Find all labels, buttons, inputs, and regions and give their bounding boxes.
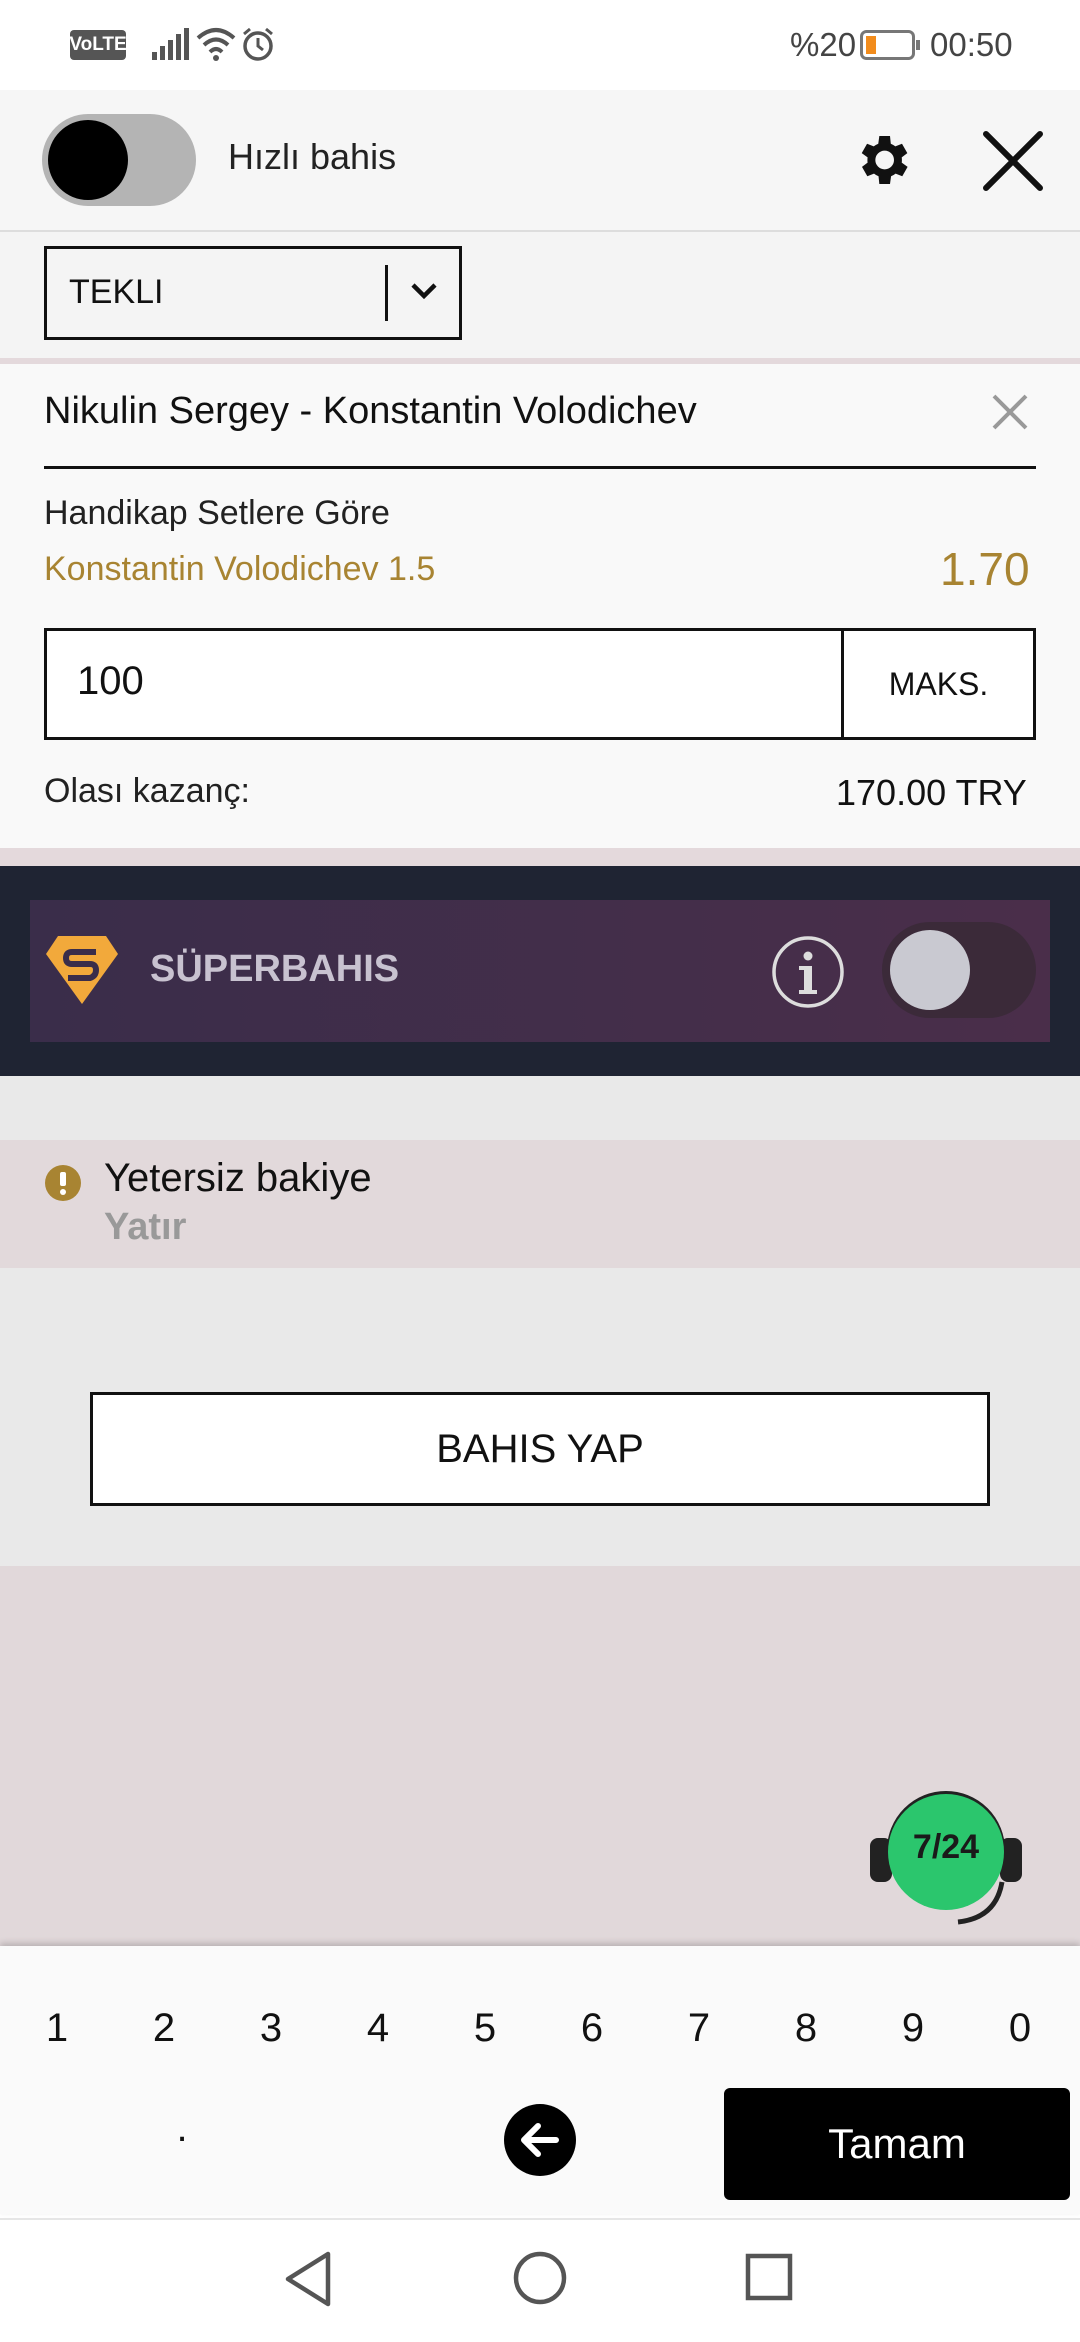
match-divider <box>44 466 1036 469</box>
key-dot[interactable]: . <box>152 2106 212 2151</box>
max-button[interactable]: MAKS. <box>844 631 1033 737</box>
key-7[interactable]: 7 <box>669 2006 729 2051</box>
alarm-icon <box>243 27 273 61</box>
quick-bet-label: Hızlı bahis <box>228 136 397 177</box>
system-nav-bar <box>0 2218 1080 2342</box>
match-title: Nikulin Sergey - Konstantin Volodichev <box>44 390 697 432</box>
support-badge-label: 7/24 <box>912 1828 980 1866</box>
chevron-down-icon <box>411 283 437 300</box>
key-2[interactable]: 2 <box>134 2006 194 2051</box>
spacer <box>0 1076 1080 1140</box>
remove-bet-icon[interactable] <box>990 392 1030 432</box>
backspace-icon[interactable] <box>504 2104 576 2176</box>
key-1[interactable]: 1 <box>27 2006 87 2051</box>
market-name: Handikap Setlere Göre <box>44 494 390 532</box>
warning-title: Yetersiz bakiye <box>104 1156 372 1200</box>
key-6[interactable]: 6 <box>562 2006 622 2051</box>
stake-value: 100 <box>77 659 144 703</box>
stake-field: 100 MAKS. <box>44 628 1036 740</box>
toggle-knob <box>890 930 970 1010</box>
place-bet-button[interactable]: BAHIS YAP <box>90 1392 990 1506</box>
superbet-toggle[interactable] <box>882 922 1036 1018</box>
stake-input[interactable]: 100 <box>47 631 841 737</box>
deposit-link[interactable]: Yatır <box>104 1206 186 1249</box>
card-separator <box>0 848 1080 866</box>
key-5[interactable]: 5 <box>455 2006 515 2051</box>
bet-type-value: TEKLI <box>69 273 164 311</box>
recents-nav-icon[interactable] <box>744 2252 794 2302</box>
superbet-section: SÜPERBAHIS <box>0 866 1080 1076</box>
betslip-header: Hızlı bahis <box>0 90 1080 232</box>
bet-card: Nikulin Sergey - Konstantin Volodichev H… <box>0 364 1080 848</box>
quick-bet-toggle[interactable] <box>42 114 196 206</box>
select-divider <box>385 265 388 321</box>
bet-type-select[interactable]: TEKLI <box>44 246 462 340</box>
key-0[interactable]: 0 <box>990 2006 1050 2051</box>
superbet-logo-icon <box>46 936 118 1004</box>
battery-icon <box>860 30 920 60</box>
potential-win-value: 170.00 TRY <box>836 772 1027 813</box>
potential-win-label: Olası kazanç: <box>44 772 250 810</box>
balance-warning: Yetersiz bakiye Yatır <box>0 1140 1080 1268</box>
warning-icon <box>45 1165 81 1201</box>
clock: 00:50 <box>930 26 1013 63</box>
bet-type-row: TEKLI <box>0 232 1080 364</box>
key-4[interactable]: 4 <box>348 2006 408 2051</box>
volte-indicator: VoLTE <box>69 30 127 60</box>
support-chat-button[interactable]: 7/24 <box>866 1770 1026 1930</box>
toggle-knob <box>48 120 128 200</box>
odds-value: 1.70 <box>940 543 1030 595</box>
close-icon[interactable] <box>982 130 1044 192</box>
wifi-icon <box>196 28 236 61</box>
signal-icon <box>152 28 189 60</box>
done-button[interactable]: Tamam <box>724 2088 1070 2200</box>
home-nav-icon[interactable] <box>512 2250 568 2306</box>
key-9[interactable]: 9 <box>883 2006 943 2051</box>
key-8[interactable]: 8 <box>776 2006 836 2051</box>
key-3[interactable]: 3 <box>241 2006 301 2051</box>
status-bar: VoLTE %20 00:50 <box>0 0 1080 90</box>
superbet-banner: SÜPERBAHIS <box>30 900 1050 1042</box>
battery-percent: %20 <box>790 26 857 63</box>
selection-name: Konstantin Volodichev 1.5 <box>44 550 436 588</box>
place-bet-area: BAHIS YAP <box>0 1268 1080 1566</box>
back-nav-icon[interactable] <box>282 2250 334 2308</box>
superbet-label: SÜPERBAHIS <box>150 948 400 990</box>
info-icon[interactable] <box>770 934 846 1010</box>
numeric-keyboard: 1 2 3 4 5 6 7 8 9 0 . Tamam <box>0 1946 1080 2214</box>
gear-icon[interactable] <box>850 128 914 192</box>
